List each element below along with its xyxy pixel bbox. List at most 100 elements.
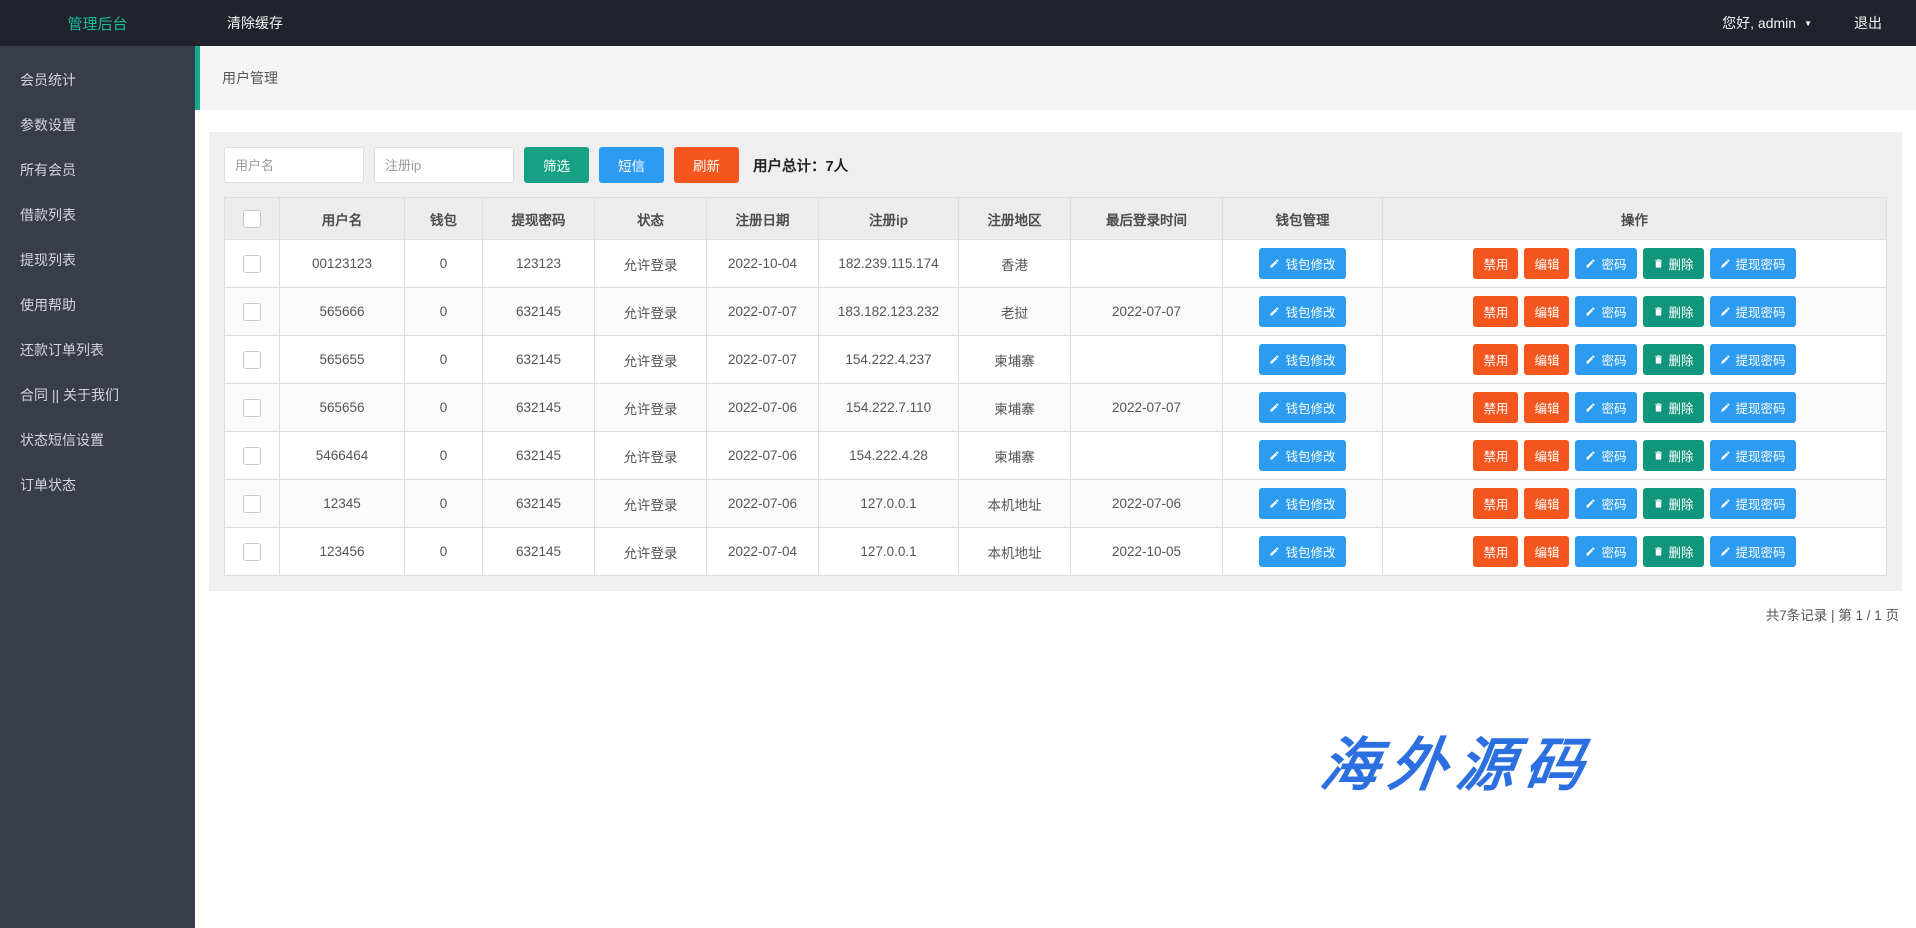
edit-button[interactable]: 编辑 bbox=[1524, 248, 1569, 279]
withdraw-password-button[interactable]: 提现密码 bbox=[1710, 536, 1796, 567]
sidebar-item-5[interactable]: 使用帮助 bbox=[0, 283, 195, 328]
wallet-cell: 0 bbox=[405, 384, 483, 432]
sidebar-item-1[interactable]: 参数设置 bbox=[0, 103, 195, 148]
row-select-cell bbox=[225, 336, 280, 384]
wallet-edit-button[interactable]: 钱包修改 bbox=[1259, 344, 1345, 375]
user-greeting: 您好, admin bbox=[1722, 13, 1796, 33]
pencil-icon bbox=[1269, 450, 1280, 461]
sidebar-item-6[interactable]: 还款订单列表 bbox=[0, 328, 195, 373]
username-input[interactable] bbox=[224, 147, 364, 183]
table-row: 5656660632145允许登录2022-07-07183.182.123.2… bbox=[225, 288, 1887, 336]
actions-cell: 禁用编辑密码删除提现密码 bbox=[1383, 240, 1887, 288]
reg-area-cell: 本机地址 bbox=[959, 480, 1071, 528]
delete-button[interactable]: 删除 bbox=[1643, 392, 1704, 423]
row-checkbox[interactable] bbox=[243, 351, 261, 369]
disable-button[interactable]: 禁用 bbox=[1473, 536, 1518, 567]
row-checkbox[interactable] bbox=[243, 543, 261, 561]
table-row: 54664640632145允许登录2022-07-06154.222.4.28… bbox=[225, 432, 1887, 480]
main-panel-wrap: 筛选 短信 刷新 用户总计：7人 bbox=[195, 110, 1916, 624]
reg-ip-cell: 127.0.0.1 bbox=[819, 480, 959, 528]
reg-ip-cell: 127.0.0.1 bbox=[819, 528, 959, 576]
reg-date-cell: 2022-07-07 bbox=[707, 288, 819, 336]
withdraw-password-button[interactable]: 提现密码 bbox=[1710, 392, 1796, 423]
disable-button[interactable]: 禁用 bbox=[1473, 440, 1518, 471]
edit-button[interactable]: 编辑 bbox=[1524, 392, 1569, 423]
sidebar-item-4[interactable]: 提现列表 bbox=[0, 238, 195, 283]
password-button[interactable]: 密码 bbox=[1575, 488, 1636, 519]
row-checkbox[interactable] bbox=[243, 495, 261, 513]
delete-button[interactable]: 删除 bbox=[1643, 536, 1704, 567]
trash-icon bbox=[1653, 258, 1664, 269]
page-header: 用户管理 bbox=[195, 46, 1916, 110]
delete-button[interactable]: 删除 bbox=[1643, 296, 1704, 327]
wallet-edit-button[interactable]: 钱包修改 bbox=[1259, 488, 1345, 519]
last-login-cell: 2022-07-07 bbox=[1071, 288, 1223, 336]
table-row: 5656550632145允许登录2022-07-07154.222.4.237… bbox=[225, 336, 1887, 384]
withdraw-password-button[interactable]: 提现密码 bbox=[1710, 296, 1796, 327]
brand-title[interactable]: 管理后台 bbox=[0, 13, 195, 34]
reg-area-cell: 老挝 bbox=[959, 288, 1071, 336]
password-button[interactable]: 密码 bbox=[1575, 344, 1636, 375]
edit-button[interactable]: 编辑 bbox=[1524, 488, 1569, 519]
password-button[interactable]: 密码 bbox=[1575, 440, 1636, 471]
password-button[interactable]: 密码 bbox=[1575, 536, 1636, 567]
password-button[interactable]: 密码 bbox=[1575, 392, 1636, 423]
reg-area-cell: 香港 bbox=[959, 240, 1071, 288]
username-cell: 565656 bbox=[280, 384, 405, 432]
sms-button[interactable]: 短信 bbox=[599, 147, 664, 183]
row-checkbox[interactable] bbox=[243, 255, 261, 273]
user-menu[interactable]: 您好, admin ▼ bbox=[1722, 13, 1812, 33]
delete-button[interactable]: 删除 bbox=[1643, 344, 1704, 375]
sidebar-item-8[interactable]: 状态短信设置 bbox=[0, 418, 195, 463]
wallet-edit-button[interactable]: 钱包修改 bbox=[1259, 248, 1345, 279]
disable-button[interactable]: 禁用 bbox=[1473, 344, 1518, 375]
status-cell: 允许登录 bbox=[595, 288, 707, 336]
row-checkbox[interactable] bbox=[243, 447, 261, 465]
actions-cell: 禁用编辑密码删除提现密码 bbox=[1383, 528, 1887, 576]
wallet-edit-button[interactable]: 钱包修改 bbox=[1259, 536, 1345, 567]
row-checkbox[interactable] bbox=[243, 303, 261, 321]
sidebar-item-0[interactable]: 会员统计 bbox=[0, 58, 195, 103]
table-header-row: 用户名钱包提现密码状态注册日期注册ip注册地区最后登录时间钱包管理操作 bbox=[225, 198, 1887, 240]
disable-button[interactable]: 禁用 bbox=[1473, 296, 1518, 327]
reg-date-cell: 2022-07-04 bbox=[707, 528, 819, 576]
wallet-edit-button[interactable]: 钱包修改 bbox=[1259, 392, 1345, 423]
clear-cache-button[interactable]: 清除缓存 bbox=[227, 13, 283, 33]
filter-button[interactable]: 筛选 bbox=[524, 147, 589, 183]
withdraw-password-button[interactable]: 提现密码 bbox=[1710, 344, 1796, 375]
select-all-checkbox[interactable] bbox=[243, 210, 261, 228]
withdraw-password-button[interactable]: 提现密码 bbox=[1710, 440, 1796, 471]
wallet-cell: 0 bbox=[405, 336, 483, 384]
delete-button[interactable]: 删除 bbox=[1643, 488, 1704, 519]
delete-button[interactable]: 删除 bbox=[1643, 248, 1704, 279]
sidebar-item-3[interactable]: 借款列表 bbox=[0, 193, 195, 238]
logout-button[interactable]: 退出 bbox=[1854, 13, 1882, 33]
sidebar-item-9[interactable]: 订单状态 bbox=[0, 463, 195, 508]
reg-ip-input[interactable] bbox=[374, 147, 514, 183]
row-select-cell bbox=[225, 432, 280, 480]
pencil-icon bbox=[1269, 498, 1280, 509]
row-select-cell bbox=[225, 288, 280, 336]
reg-date-cell: 2022-07-06 bbox=[707, 432, 819, 480]
refresh-button[interactable]: 刷新 bbox=[674, 147, 739, 183]
edit-button[interactable]: 编辑 bbox=[1524, 344, 1569, 375]
password-button[interactable]: 密码 bbox=[1575, 248, 1636, 279]
sidebar-item-7[interactable]: 合同 || 关于我们 bbox=[0, 373, 195, 418]
edit-button[interactable]: 编辑 bbox=[1524, 296, 1569, 327]
wallet-edit-button[interactable]: 钱包修改 bbox=[1259, 440, 1345, 471]
row-checkbox[interactable] bbox=[243, 399, 261, 417]
disable-button[interactable]: 禁用 bbox=[1473, 392, 1518, 423]
edit-button[interactable]: 编辑 bbox=[1524, 536, 1569, 567]
disable-button[interactable]: 禁用 bbox=[1473, 248, 1518, 279]
column-header: 最后登录时间 bbox=[1071, 198, 1223, 240]
password-button[interactable]: 密码 bbox=[1575, 296, 1636, 327]
withdraw-password-button[interactable]: 提现密码 bbox=[1710, 488, 1796, 519]
disable-button[interactable]: 禁用 bbox=[1473, 488, 1518, 519]
withdraw-password-button[interactable]: 提现密码 bbox=[1710, 248, 1796, 279]
delete-button[interactable]: 删除 bbox=[1643, 440, 1704, 471]
withdraw-password-cell: 632145 bbox=[483, 528, 595, 576]
edit-button[interactable]: 编辑 bbox=[1524, 440, 1569, 471]
pagination: 共7条记录 | 第 1 / 1 页 bbox=[209, 604, 1902, 624]
sidebar-item-2[interactable]: 所有会员 bbox=[0, 148, 195, 193]
wallet-edit-button[interactable]: 钱包修改 bbox=[1259, 296, 1345, 327]
